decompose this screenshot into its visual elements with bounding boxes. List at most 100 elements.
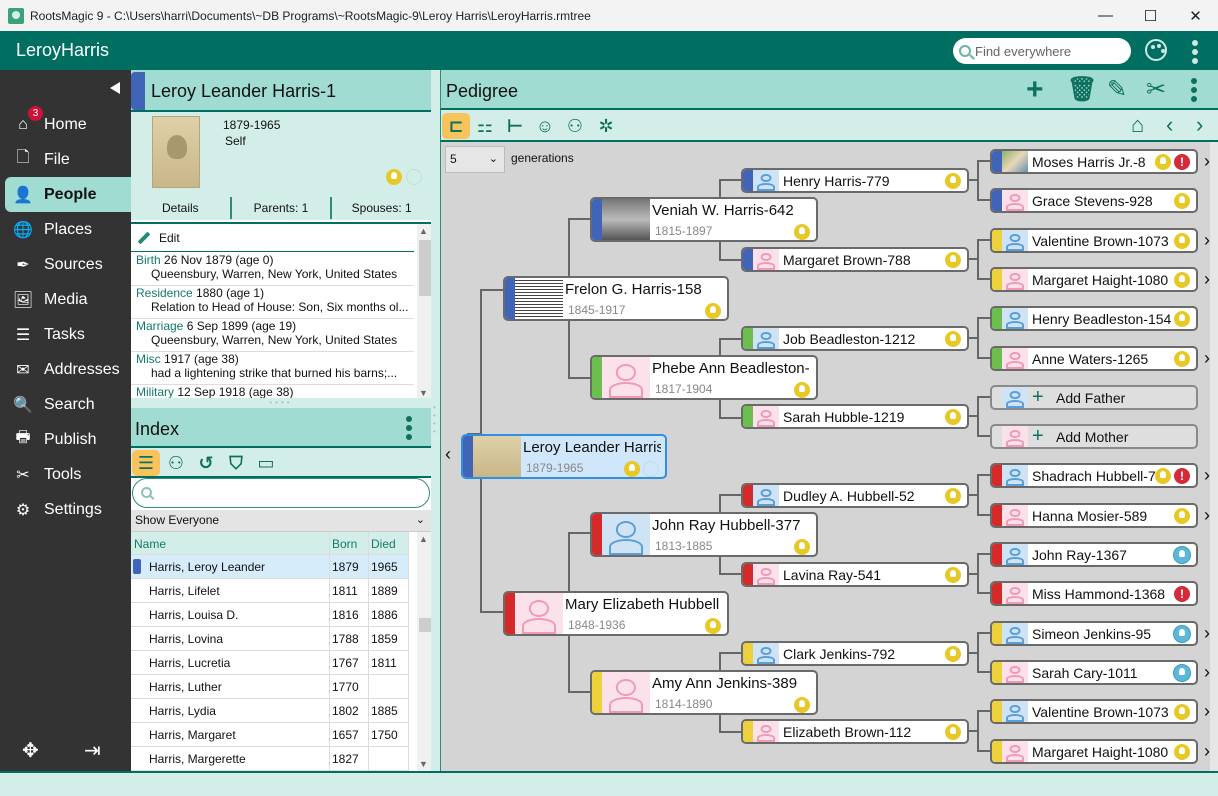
hint-lightbulb-icon[interactable] <box>1155 154 1171 170</box>
person-box[interactable]: Frelon G. Harris-158 1845-1917 <box>503 276 729 321</box>
add-icon[interactable]: + <box>1026 75 1044 105</box>
person-box[interactable]: Margaret Haight-1080 <box>990 739 1198 764</box>
person-box[interactable]: Job Beadleston-1212 <box>741 326 969 351</box>
person-box[interactable]: Hanna Mosier-589 <box>990 503 1198 528</box>
fact-item[interactable]: Misc 1917 (age 38) had a lightening strik… <box>131 352 414 385</box>
hint-lightbulb-icon[interactable] <box>624 461 640 477</box>
family-view-icon[interactable]: ⚏ <box>471 113 499 139</box>
table-row[interactable]: Harris, Lucretia 1767 1811 <box>131 651 409 675</box>
hint-lightbulb-icon[interactable] <box>794 539 810 555</box>
index-filter-dropdown[interactable]: Show Everyone ⌄ <box>131 510 431 532</box>
hint-lightbulb-icon[interactable] <box>1174 233 1190 249</box>
sidebar-item-file[interactable]: 🗋 File <box>5 142 131 177</box>
network-view-icon[interactable]: ✲ <box>592 113 620 139</box>
hint-lightbulb-icon[interactable] <box>1174 193 1190 209</box>
person-box[interactable]: Valentine Brown-1073 <box>990 699 1198 724</box>
hint-lightbulb-icon[interactable] <box>945 409 961 425</box>
person-box[interactable]: Anne Waters-1265 <box>990 346 1198 371</box>
table-row[interactable]: Harris, Lydia 1802 1885 <box>131 699 409 723</box>
sidebar-item-media[interactable]: 🖼 Media <box>5 282 131 317</box>
hint-lightbulb-icon[interactable] <box>794 697 810 713</box>
person-box[interactable]: John Ray Hubbell-377 1813-1885 <box>590 512 818 557</box>
home-icon[interactable]: ⌂ <box>1131 114 1144 136</box>
person-box[interactable]: Moses Harris Jr.-8! <box>990 149 1198 174</box>
hint-lightbulb-icon[interactable] <box>1174 351 1190 367</box>
groups-icon[interactable]: ⚇ <box>162 450 190 476</box>
hint-lightbulb-icon[interactable] <box>1174 704 1190 720</box>
edit-person-button[interactable]: Edit <box>131 224 414 252</box>
webhints-leaf-icon[interactable]: ⇥ <box>84 738 101 763</box>
close-button[interactable]: ✕ <box>1173 0 1218 31</box>
facts-scrollbar[interactable]: ▲ ▼ <box>417 224 431 398</box>
fact-item[interactable]: Military 12 Sep 1918 (age 38) <box>131 385 414 398</box>
hint-lightbulb-icon[interactable] <box>386 169 402 185</box>
index-search-input[interactable] <box>132 478 430 508</box>
tab-details[interactable]: Details <box>131 197 232 219</box>
hint-lightbulb-icon[interactable] <box>1174 626 1190 642</box>
hint-lightbulb-icon[interactable] <box>945 724 961 740</box>
familysearch-tree-icon[interactable]: ✥ <box>22 738 39 763</box>
add-mother-button[interactable]: + Add Mother <box>990 424 1198 449</box>
hint-lightbulb-icon[interactable] <box>945 331 961 347</box>
sidebar-item-search[interactable]: 🔍 Search <box>5 387 131 422</box>
hint-lightbulb-icon[interactable] <box>705 303 721 319</box>
table-row[interactable]: Harris, Lovina 1788 1859 <box>131 627 409 651</box>
familysearch-status-icon[interactable] <box>643 461 659 477</box>
hint-lightbulb-icon[interactable] <box>945 488 961 504</box>
panel-splitter[interactable]: • • • • <box>431 70 440 771</box>
sidebar-item-addresses[interactable]: ✉ Addresses <box>5 352 131 387</box>
person-box[interactable]: Valentine Brown-1073 <box>990 228 1198 253</box>
person-box[interactable]: Veniah W. Harris-642 1815-1897 <box>590 197 818 242</box>
forward-chevron-icon[interactable]: › <box>1196 114 1203 136</box>
fact-item[interactable]: Birth 26 Nov 1879 (age 0) Queensbury, War… <box>131 253 414 286</box>
problem-alert-icon[interactable]: ! <box>1174 154 1190 170</box>
hint-lightbulb-icon[interactable] <box>1174 665 1190 681</box>
hint-lightbulb-icon[interactable] <box>1174 744 1190 760</box>
fact-item[interactable]: Marriage 6 Sep 1899 (age 19) Queensbury, … <box>131 319 414 352</box>
hint-lightbulb-icon[interactable] <box>1155 468 1171 484</box>
sidebar-item-tasks[interactable]: ☰ Tasks <box>5 317 131 352</box>
person-box[interactable]: Mary Elizabeth Hubbell 1848-1936 <box>503 591 729 636</box>
sidebar-item-tools[interactable]: ✂ Tools <box>5 457 131 492</box>
hint-lightbulb-icon[interactable] <box>705 618 721 634</box>
table-row[interactable]: Harris, Margerette 1827 <box>131 747 409 771</box>
trash-icon[interactable]: 🗑 <box>1067 78 1097 102</box>
back-chevron-icon[interactable]: ‹ <box>1166 114 1173 136</box>
person-box[interactable]: Phebe Ann Beadleston- 1817-1904 <box>590 355 818 400</box>
fact-item[interactable]: Residence 1880 (age 1) Relation to Head o… <box>131 286 414 319</box>
bookmark-icon[interactable]: ⛉ <box>222 450 250 476</box>
hint-lightbulb-icon[interactable] <box>794 382 810 398</box>
tools-icon[interactable]: ✂ <box>1146 78 1166 102</box>
person-box[interactable]: Henry Harris-779 <box>741 168 969 193</box>
problem-alert-icon[interactable]: ! <box>1174 468 1190 484</box>
find-everywhere-input[interactable]: Find everywhere <box>953 38 1131 64</box>
people-list-icon[interactable]: ☰ <box>132 450 160 476</box>
people-view-icon[interactable]: ⚇ <box>561 113 589 139</box>
problem-alert-icon[interactable]: ! <box>1174 586 1190 602</box>
app-menu-kebab-icon[interactable] <box>1192 40 1198 64</box>
sidebar-item-sources[interactable]: ✒ Sources <box>5 247 131 282</box>
palette-icon[interactable] <box>1145 39 1167 61</box>
person-box[interactable]: Sarah Hubble-1219 <box>741 404 969 429</box>
table-row[interactable]: Harris, Leroy Leander 1879 1965 <box>131 555 409 579</box>
index-scrollbar[interactable]: ▲ ▼ <box>417 532 431 771</box>
descendants-view-icon[interactable]: ⊢ <box>501 113 529 139</box>
tab-parents[interactable]: Parents: 1 <box>232 197 333 219</box>
person-box[interactable]: Leroy Leander Harris 1879-1965 <box>461 434 667 479</box>
hint-lightbulb-icon[interactable] <box>1174 508 1190 524</box>
sidebar-item-settings[interactable]: ⚙ Settings <box>5 492 131 527</box>
column-name[interactable]: Name <box>131 532 330 554</box>
person-box[interactable]: John Ray-1367 <box>990 542 1198 567</box>
folder-person-icon[interactable]: ▭ <box>252 450 280 476</box>
add-father-button[interactable]: + Add Father <box>990 385 1198 410</box>
person-box[interactable]: Simeon Jenkins-95 <box>990 621 1198 646</box>
person-box[interactable]: Henry Beadleston-154 <box>990 306 1198 331</box>
person-box[interactable]: Grace Stevens-928 <box>990 188 1198 213</box>
sidebar-item-home[interactable]: ⌂ 3 Home <box>5 105 131 142</box>
person-box[interactable]: Elizabeth Brown-112 <box>741 719 969 744</box>
hint-lightbulb-icon[interactable] <box>1174 272 1190 288</box>
pedigree-scrollbar[interactable] <box>1210 142 1218 771</box>
history-icon[interactable]: ↺ <box>192 450 220 476</box>
hint-lightbulb-icon[interactable] <box>945 173 961 189</box>
hint-lightbulb-icon[interactable] <box>945 567 961 583</box>
